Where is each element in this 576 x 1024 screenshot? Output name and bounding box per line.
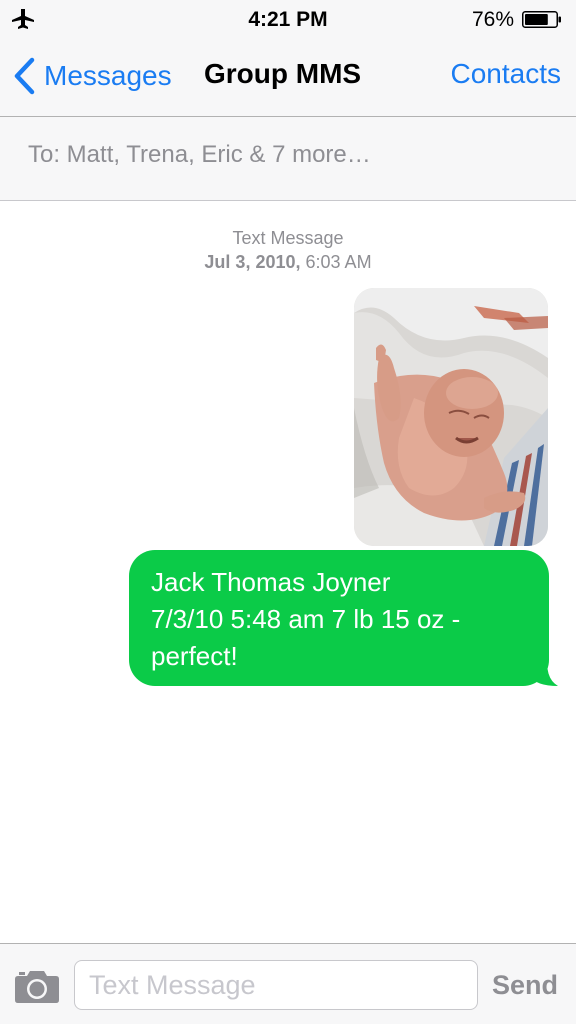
contacts-button[interactable]: Contacts bbox=[451, 58, 562, 90]
battery-percent: 76% bbox=[471, 8, 514, 31]
messages-screen: 4:21 PM 76% Messages Group MMS Contacts … bbox=[0, 0, 576, 1024]
compose-bar: Send bbox=[0, 943, 576, 1024]
photo-message-bubble[interactable] bbox=[354, 288, 548, 546]
newborn-photo bbox=[354, 288, 548, 546]
status-bar: 4:21 PM 76% bbox=[0, 0, 576, 40]
chevron-left-icon bbox=[14, 57, 35, 95]
recipients-field[interactable]: To: Matt, Trena, Eric & 7 more… bbox=[0, 117, 576, 201]
message-time: 6:03 AM bbox=[305, 252, 372, 272]
send-button[interactable]: Send bbox=[492, 970, 558, 1001]
camera-icon[interactable] bbox=[14, 968, 60, 1004]
navigation-bar: Messages Group MMS Contacts bbox=[0, 40, 576, 117]
message-date: Jul 3, 2010, bbox=[204, 252, 301, 272]
text-message-bubble[interactable]: Jack Thomas Joyner 7/3/10 5:48 am 7 lb 1… bbox=[129, 550, 549, 686]
message-text-line: 7/3/10 5:48 am 7 lb 15 oz - bbox=[151, 604, 461, 634]
message-text-line: perfect! bbox=[151, 641, 238, 671]
message-text-line: Jack Thomas Joyner bbox=[151, 567, 391, 597]
battery-icon bbox=[522, 11, 561, 28]
message-input[interactable] bbox=[74, 960, 478, 1010]
message-timestamp: Text Message Jul 3, 2010, 6:03 AM bbox=[0, 226, 576, 274]
conversation-title: Group MMS bbox=[204, 58, 362, 89]
back-button-label: Messages bbox=[44, 60, 172, 91]
recipients-text: To: Matt, Trena, Eric & 7 more… bbox=[28, 141, 371, 168]
message-datetime: Jul 3, 2010, 6:03 AM bbox=[0, 250, 576, 274]
back-button[interactable]: Messages bbox=[12, 56, 172, 96]
message-type-label: Text Message bbox=[232, 228, 344, 248]
